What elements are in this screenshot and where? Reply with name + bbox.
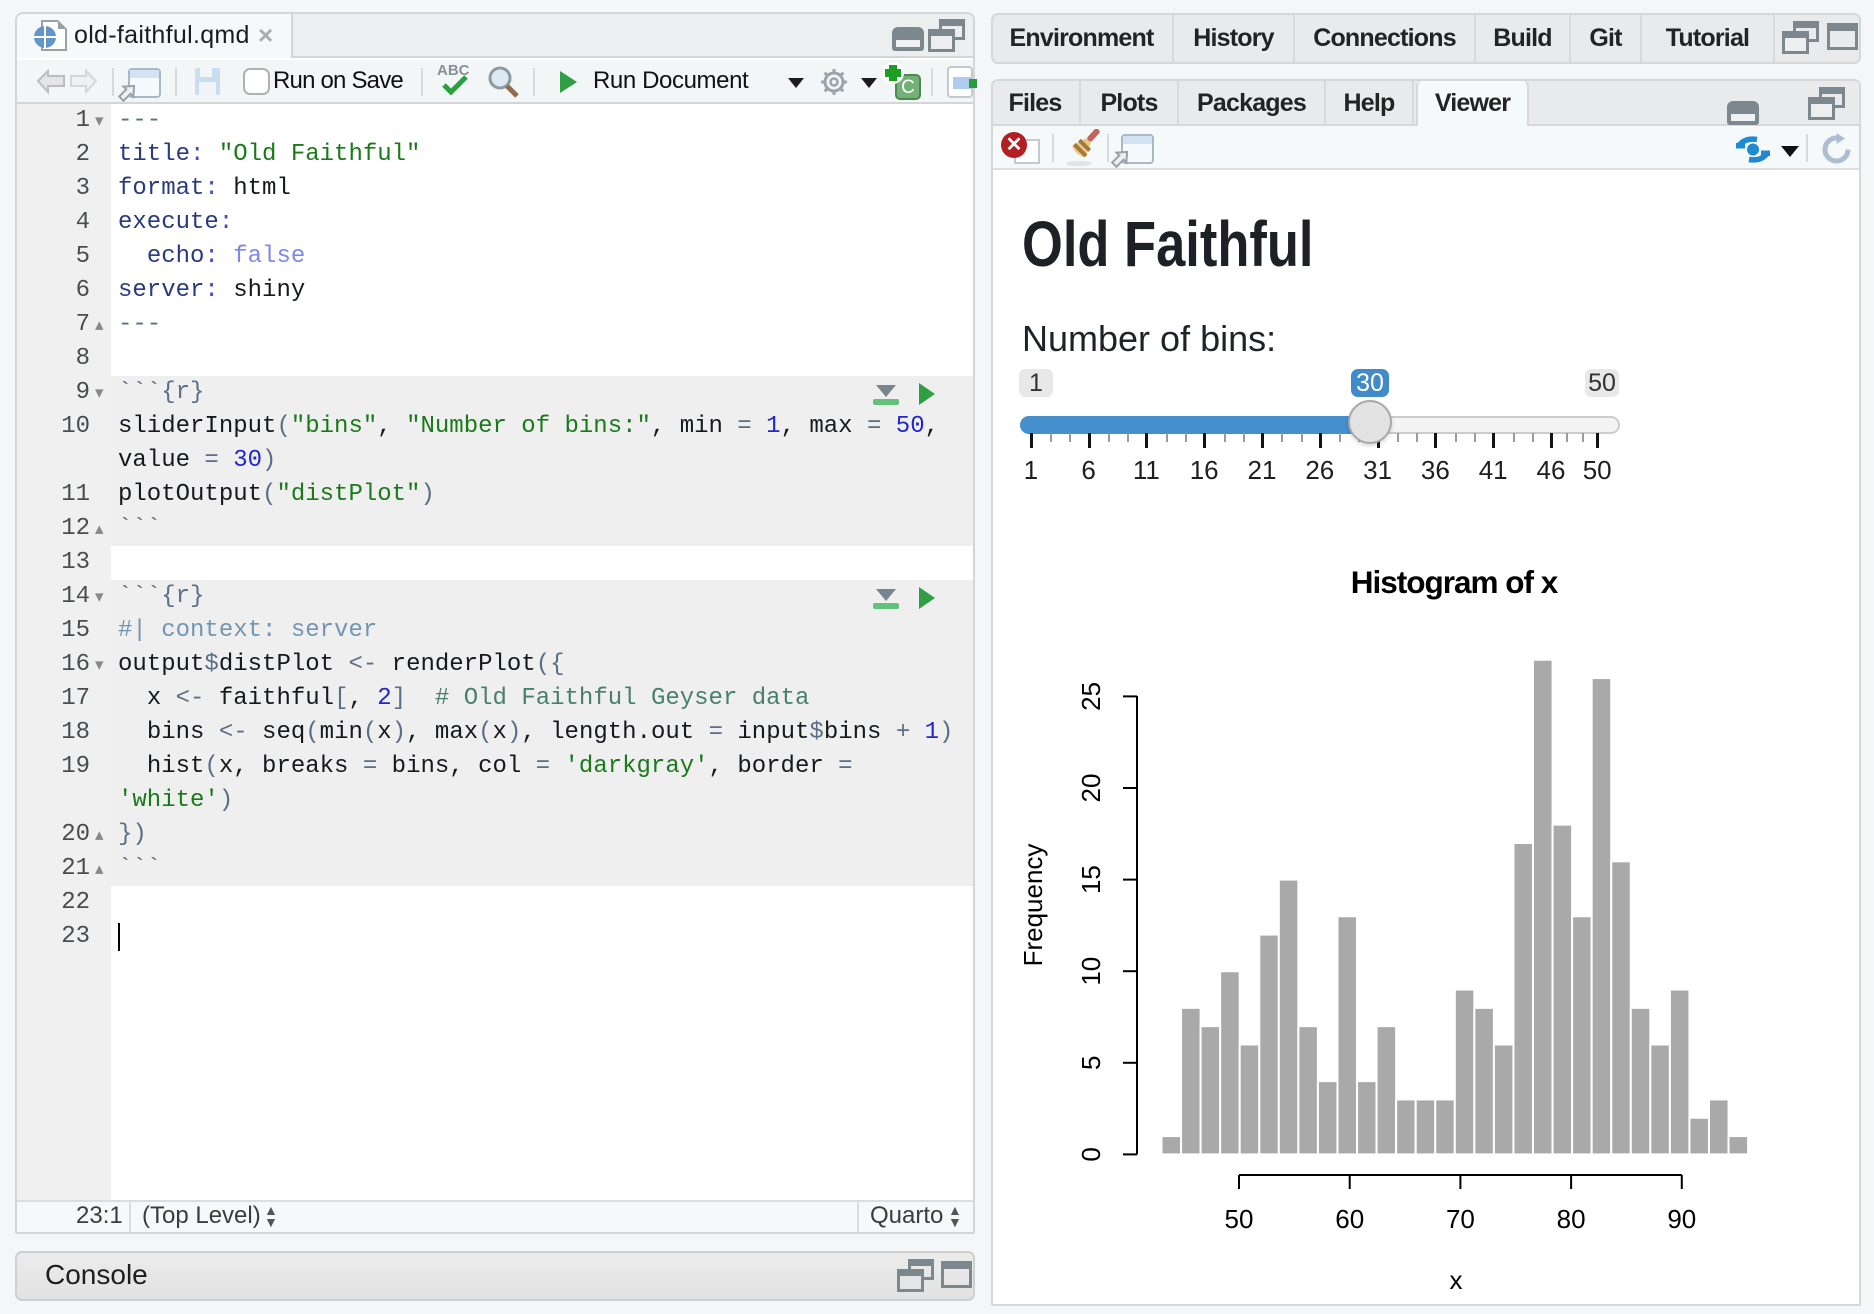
svg-text:0: 0: [1076, 1147, 1106, 1161]
svg-text:20: 20: [1076, 774, 1106, 803]
svg-text:10: 10: [1076, 957, 1106, 986]
svg-text:70: 70: [1446, 1204, 1475, 1234]
svg-text:50: 50: [1225, 1204, 1254, 1234]
svg-text:15: 15: [1076, 865, 1106, 894]
svg-text:Frequency: Frequency: [1018, 844, 1048, 967]
svg-text:x: x: [1450, 1265, 1463, 1295]
svg-text:80: 80: [1557, 1204, 1586, 1234]
svg-text:Histogram of x: Histogram of x: [1351, 564, 1559, 600]
svg-text:5: 5: [1076, 1056, 1106, 1070]
svg-text:25: 25: [1076, 682, 1106, 711]
svg-text:90: 90: [1667, 1204, 1696, 1234]
svg-text:60: 60: [1335, 1204, 1364, 1234]
